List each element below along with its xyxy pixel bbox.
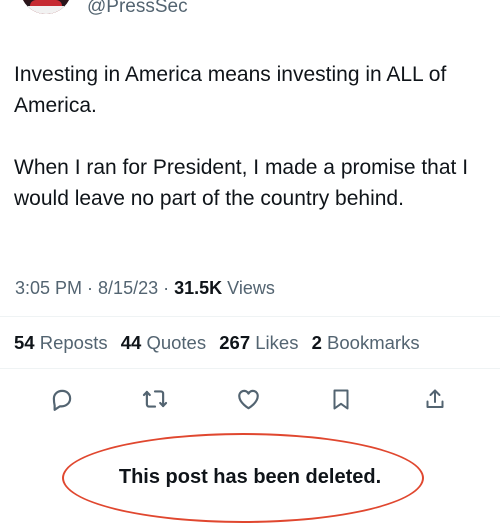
- share-button[interactable]: [420, 384, 450, 414]
- bookmark-icon: [333, 389, 349, 410]
- account-handle[interactable]: @PressSec: [87, 0, 188, 18]
- post-date[interactable]: 8/15/23: [98, 278, 158, 298]
- views-count: 31.5K: [174, 278, 223, 298]
- action-bar: [0, 380, 500, 416]
- reposts-count: 54: [14, 332, 35, 353]
- deleted-notice: This post has been deleted.: [118, 466, 382, 488]
- repost-button[interactable]: [140, 384, 170, 414]
- quotes-stat[interactable]: 44 Quotes: [121, 332, 206, 353]
- quotes-count: 44: [120, 332, 142, 353]
- post-meta: 3:05 PM · 8/15/23 · 31.5K Views: [15, 276, 275, 300]
- engagement-stats: 54 Reposts 44 Quotes 267 Likes 2 Bookmar…: [14, 331, 428, 355]
- quotes-label: Quotes: [146, 332, 207, 353]
- avatar[interactable]: [20, 0, 72, 14]
- like-button[interactable]: [233, 384, 263, 414]
- likes-count: 267: [219, 332, 251, 353]
- post-time[interactable]: 3:05 PM: [15, 278, 82, 298]
- avatar-podium: [28, 6, 64, 14]
- post-paragraph-2: When I ran for President, I made a promi…: [14, 156, 469, 210]
- bookmark-button[interactable]: [326, 384, 356, 414]
- reposts-stat[interactable]: 54 Reposts: [14, 332, 108, 353]
- share-icon: [426, 389, 444, 408]
- meta-separator: ·: [82, 278, 99, 298]
- reply-button[interactable]: [47, 384, 77, 414]
- likes-stat[interactable]: 267 Likes: [219, 332, 298, 353]
- repost-icon: [142, 390, 168, 408]
- divider: [0, 368, 500, 369]
- post-text: Investing in America means investing in …: [14, 59, 490, 245]
- reposts-label: Reposts: [39, 332, 108, 353]
- post-paragraph-1: Investing in America means investing in …: [14, 63, 447, 117]
- meta-separator: ·: [158, 278, 175, 298]
- likes-label: Likes: [255, 332, 299, 353]
- bookmarks-count: 2: [311, 332, 322, 353]
- like-icon: [237, 389, 259, 410]
- views-label: Views: [227, 278, 275, 298]
- divider: [0, 316, 500, 317]
- reply-icon: [52, 389, 72, 411]
- bookmarks-stat[interactable]: 2 Bookmarks: [312, 332, 420, 353]
- bookmarks-label: Bookmarks: [327, 332, 420, 353]
